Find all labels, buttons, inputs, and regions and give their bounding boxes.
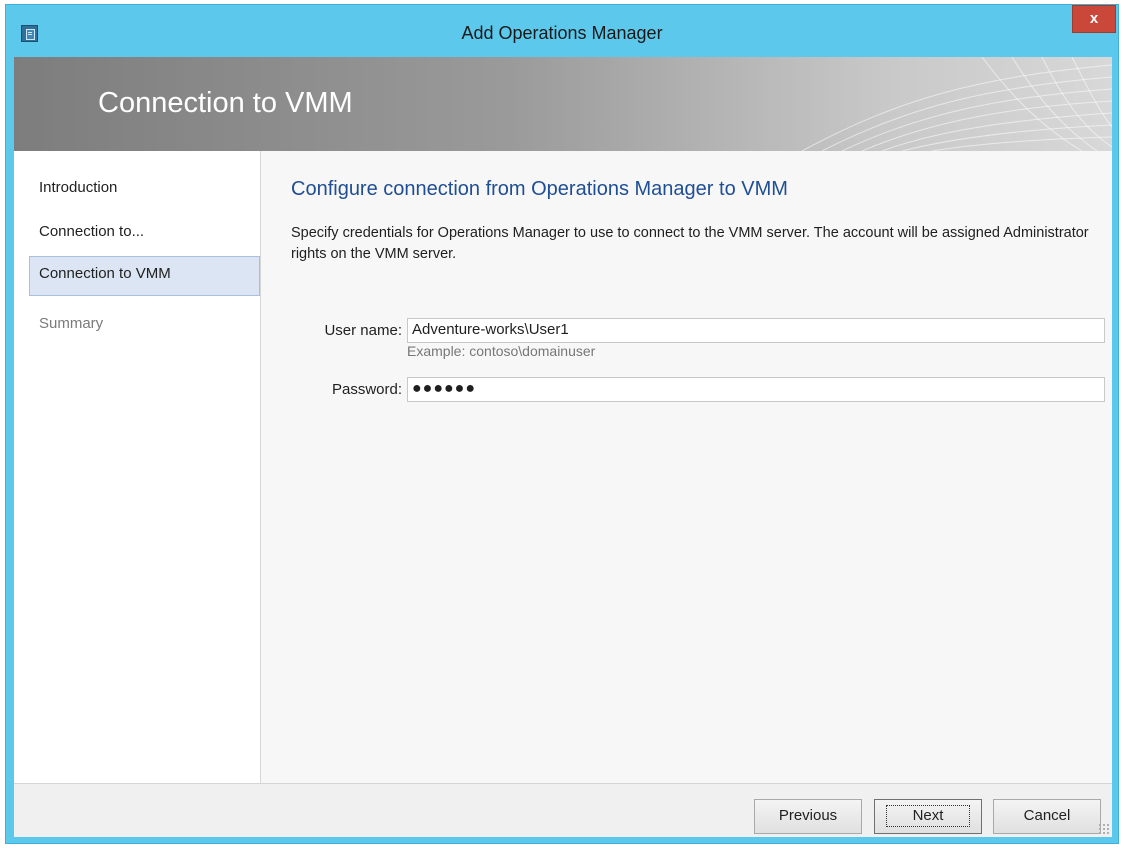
username-hint: Example: contoso\domainuser bbox=[407, 343, 596, 359]
wizard-client-area: Connection to VMM Introduction Connectio… bbox=[14, 57, 1112, 837]
next-button[interactable]: Next bbox=[874, 799, 982, 834]
banner-title: Connection to VMM bbox=[98, 87, 353, 119]
main-content: Configure connection from Operations Man… bbox=[262, 151, 1112, 783]
resize-grip-icon[interactable] bbox=[1098, 823, 1110, 835]
wizard-steps-sidebar: Introduction Connection to... Connection… bbox=[14, 151, 261, 783]
sidebar-item-introduction[interactable]: Introduction bbox=[29, 170, 260, 210]
page-description: Specify credentials for Operations Manag… bbox=[291, 225, 1089, 262]
sidebar-item-connection-to[interactable]: Connection to... bbox=[29, 214, 260, 254]
page-banner: Connection to VMM bbox=[14, 57, 1112, 151]
password-field[interactable]: ●●●●●● bbox=[407, 377, 1105, 402]
window-title: Add Operations Manager bbox=[461, 23, 663, 43]
username-label: User name: bbox=[324, 322, 402, 339]
wizard-footer: Previous Next Cancel bbox=[14, 783, 1112, 837]
banner-wave-decoration bbox=[801, 57, 1112, 151]
cancel-button[interactable]: Cancel bbox=[993, 799, 1101, 834]
wizard-window: Add Operations Manager x Connection to V… bbox=[5, 4, 1119, 844]
next-button-label: Next bbox=[885, 805, 971, 827]
sidebar-item-connection-to-vmm[interactable]: Connection to VMM bbox=[29, 256, 260, 296]
sidebar-item-summary: Summary bbox=[39, 315, 104, 332]
title-bar[interactable]: Add Operations Manager x bbox=[6, 5, 1118, 57]
previous-button[interactable]: Previous bbox=[754, 799, 862, 834]
password-label: Password: bbox=[331, 381, 402, 398]
page-heading: Configure connection from Operations Man… bbox=[291, 178, 788, 200]
username-field[interactable]: Adventure-works\User1 bbox=[407, 318, 1105, 343]
close-button[interactable]: x bbox=[1072, 5, 1116, 33]
